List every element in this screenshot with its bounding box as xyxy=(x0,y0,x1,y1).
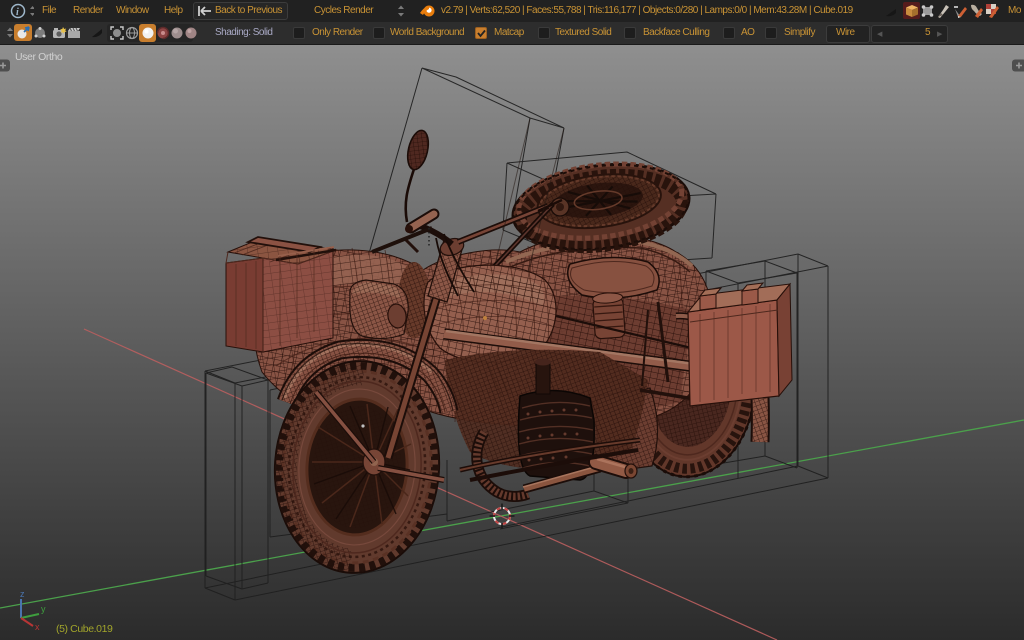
svg-text:i: i xyxy=(16,7,19,18)
svg-text:x: x xyxy=(35,622,40,632)
svg-text:z: z xyxy=(20,589,25,599)
svg-text:y: y xyxy=(41,604,46,614)
svg-text:User Ortho: User Ortho xyxy=(15,51,63,63)
svg-text:(5) Cube.019: (5) Cube.019 xyxy=(56,623,113,635)
